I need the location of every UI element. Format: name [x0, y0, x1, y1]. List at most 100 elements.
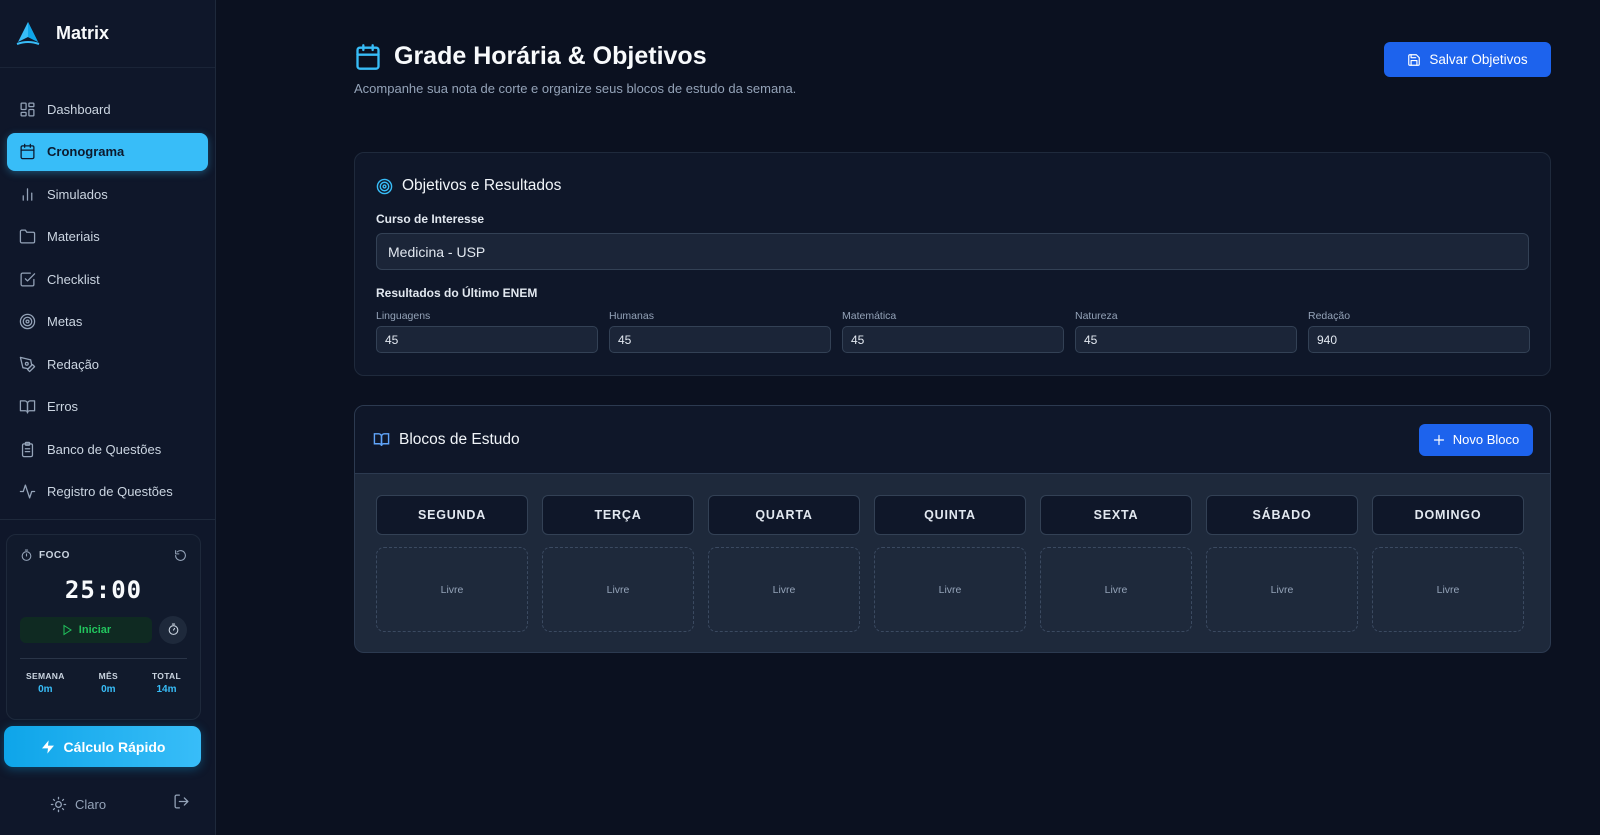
- theme-label: Claro: [75, 796, 107, 812]
- sidebar-item-banco-de-questoes[interactable]: Banco de Questões: [7, 430, 208, 468]
- sidebar-divider: [0, 518, 215, 520]
- page-header: Grade Horária & Objetivos Acompanhe sua …: [354, 42, 796, 96]
- day-header: DOMINGO: [1372, 495, 1524, 535]
- activity-icon: [18, 483, 36, 501]
- day-column-terca: TERÇA Livre: [542, 495, 694, 632]
- play-icon: [63, 624, 72, 635]
- sidebar-item-erros[interactable]: Erros: [7, 388, 208, 426]
- day-header: QUARTA: [708, 495, 860, 535]
- lightning-icon: [41, 739, 54, 754]
- sidebar-item-label: Checklist: [47, 271, 100, 287]
- calendar-icon: [18, 143, 36, 161]
- page-title: Grade Horária & Objetivos: [394, 42, 707, 70]
- day-slot-empty[interactable]: Livre: [1372, 547, 1524, 632]
- save-icon: [1408, 53, 1421, 66]
- sidebar-item-label: Registro de Questões: [47, 484, 173, 499]
- score-humanas: Humanas: [609, 310, 831, 353]
- focus-timer-card: FOCO 25:00 Iniciar SEMANA 0m MÊS 0m TOTA…: [6, 533, 201, 720]
- plus-icon: [1433, 434, 1444, 445]
- score-input-matematica[interactable]: [842, 326, 1064, 353]
- day-header: SEXTA: [1040, 495, 1192, 535]
- folder-icon: [18, 228, 36, 246]
- day-header: TERÇA: [542, 495, 694, 535]
- day-header: SÁBADO: [1206, 495, 1358, 535]
- sidebar-item-redacao[interactable]: Redação: [7, 345, 208, 383]
- sidebar-item-simulados[interactable]: Simulados: [7, 175, 208, 213]
- goals-card-title: Objetivos e Resultados: [376, 177, 1529, 195]
- day-slot-empty[interactable]: Livre: [708, 547, 860, 632]
- day-slot-empty[interactable]: Livre: [1206, 547, 1358, 632]
- day-column-domingo: DOMINGO Livre: [1372, 495, 1524, 632]
- day-slot-empty[interactable]: Livre: [874, 547, 1026, 632]
- goals-card: Objetivos e Resultados Curso de Interess…: [354, 152, 1551, 376]
- score-input-natureza[interactable]: [1075, 326, 1297, 353]
- sidebar-item-cronograma[interactable]: Cronograma: [7, 132, 208, 171]
- reset-icon[interactable]: [174, 549, 187, 562]
- page-subtitle: Acompanhe sua nota de corte e organize s…: [354, 81, 797, 96]
- dashboard-icon: [18, 100, 36, 118]
- study-blocks-header: Blocos de Estudo Novo Bloco: [355, 406, 1550, 474]
- focus-timer-display: 25:00: [64, 575, 143, 604]
- pen-icon: [18, 355, 36, 373]
- checkbox-icon: [18, 270, 36, 288]
- day-column-segunda: SEGUNDA Livre: [376, 495, 528, 632]
- scores-row: Linguagens Humanas Matemática Natureza R…: [376, 310, 1530, 353]
- sidebar-nav: Dashboard Cronograma Simulados Materiais…: [0, 68, 215, 511]
- sidebar: Matrix Dashboard Cronograma Simulados Ma…: [0, 0, 216, 835]
- sidebar-item-label: Simulados: [47, 186, 108, 202]
- clipboard-icon: [18, 440, 36, 458]
- brand[interactable]: Matrix: [0, 0, 215, 68]
- course-label: Curso de Interesse: [376, 212, 485, 226]
- new-block-label: Novo Bloco: [1452, 432, 1520, 447]
- day-slot-empty[interactable]: Livre: [376, 547, 528, 632]
- day-slot-empty[interactable]: Livre: [1040, 547, 1192, 632]
- logout-button[interactable]: [173, 793, 190, 815]
- focus-title: FOCO: [39, 549, 70, 561]
- stopwatch-button[interactable]: [159, 615, 187, 644]
- day-column-sexta: SEXTA Livre: [1040, 495, 1192, 632]
- sidebar-item-checklist[interactable]: Checklist: [7, 260, 208, 298]
- scores-label: Resultados do Último ENEM: [376, 286, 538, 300]
- day-slot-empty[interactable]: Livre: [542, 547, 694, 632]
- day-column-quinta: QUINTA Livre: [874, 495, 1026, 632]
- day-column-quarta: QUARTA Livre: [708, 495, 860, 632]
- score-input-linguagens[interactable]: [376, 326, 598, 353]
- save-goals-button[interactable]: Salvar Objetivos: [1384, 42, 1551, 77]
- focus-stats: SEMANA 0m MÊS 0m TOTAL 14m: [20, 671, 187, 695]
- save-goals-label: Salvar Objetivos: [1429, 52, 1528, 67]
- day-header: QUINTA: [874, 495, 1026, 535]
- course-input[interactable]: [376, 233, 1529, 270]
- calendar-icon: [356, 43, 380, 70]
- sidebar-item-dashboard[interactable]: Dashboard: [7, 90, 208, 128]
- score-linguagens: Linguagens: [376, 310, 598, 353]
- book-icon: [18, 398, 36, 416]
- timer-icon: [21, 549, 32, 561]
- sidebar-item-label: Erros: [47, 399, 79, 414]
- sidebar-item-label: Redação: [47, 356, 100, 372]
- sun-icon: [50, 796, 67, 812]
- sidebar-item-label: Materiais: [47, 229, 100, 244]
- quick-calc-button[interactable]: Cálculo Rápido: [4, 726, 201, 767]
- sidebar-item-label: Cronograma: [47, 144, 125, 159]
- sidebar-item-metas[interactable]: Metas: [7, 303, 208, 341]
- study-blocks-card: Blocos de Estudo Novo Bloco SEGUNDA Livr…: [354, 405, 1551, 653]
- logout-icon: [174, 794, 189, 809]
- score-matematica: Matemática: [842, 310, 1064, 353]
- day-column-sabado: SÁBADO Livre: [1206, 495, 1358, 632]
- new-block-button[interactable]: Novo Bloco: [1419, 423, 1533, 456]
- theme-toggle[interactable]: Claro: [50, 796, 106, 813]
- brand-name: Matrix: [56, 23, 110, 43]
- sidebar-footer: Claro: [0, 792, 216, 816]
- study-blocks-title: Blocos de Estudo: [373, 431, 520, 449]
- book-open-icon: [373, 433, 390, 447]
- score-input-redacao[interactable]: [1308, 326, 1530, 353]
- sidebar-item-registro-de-questoes[interactable]: Registro de Questões: [7, 473, 208, 511]
- sidebar-item-label: Banco de Questões: [47, 441, 162, 457]
- main-content: Grade Horária & Objetivos Acompanhe sua …: [216, 0, 1600, 835]
- score-input-humanas[interactable]: [609, 326, 831, 353]
- start-timer-button[interactable]: Iniciar: [20, 616, 152, 643]
- quick-calc-label: Cálculo Rápido: [63, 738, 166, 755]
- sidebar-item-materiais[interactable]: Materiais: [7, 218, 208, 256]
- bar-chart-icon: [18, 185, 36, 203]
- score-redacao: Redação: [1308, 310, 1530, 353]
